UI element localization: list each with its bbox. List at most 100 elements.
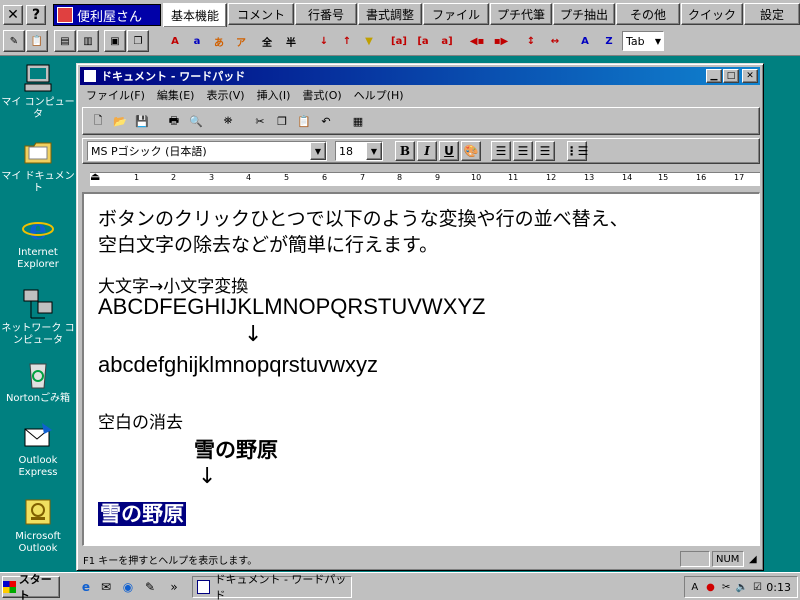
copy-menu-button[interactable]: ❐ bbox=[127, 30, 149, 52]
paste-button[interactable]: 📋 bbox=[293, 110, 315, 132]
italic-button[interactable]: I bbox=[417, 141, 437, 161]
katakana-icon: ア bbox=[236, 37, 246, 49]
edit-icon-button[interactable]: ✎ bbox=[3, 30, 25, 52]
quicklaunch-more-chevron[interactable]: » bbox=[166, 579, 182, 595]
color-button[interactable]: 🎨 bbox=[461, 141, 481, 161]
doc-intro-line-2: 空白文字の除去などが簡単に行えます。 bbox=[98, 234, 439, 256]
status-bar: F1 キーを押すとヘルプを表示します。 NUM ◢ bbox=[80, 550, 760, 568]
print-preview-button[interactable]: 🔍 bbox=[185, 110, 207, 132]
find-button[interactable]: ⛯ bbox=[217, 110, 239, 132]
doc-button[interactable]: ▤ bbox=[54, 30, 76, 52]
document-area[interactable]: ボタンのクリックひとつで以下のような変換や行の並べ替え、 空白文字の除去などが簡… bbox=[82, 192, 760, 546]
tool-icon[interactable]: ✂ bbox=[719, 580, 733, 594]
checklist-icon[interactable]: ☑ bbox=[751, 580, 765, 594]
help-button[interactable]: ? bbox=[26, 5, 46, 25]
desktop-icon-network[interactable]: ネットワーク コンピュータ bbox=[0, 288, 76, 347]
desktop-icon-outlook[interactable]: Microsoft Outlook bbox=[0, 496, 76, 555]
sort-desc-button[interactable]: ↑ bbox=[336, 30, 358, 52]
menu-file[interactable]: ファイル(F) bbox=[80, 87, 151, 103]
indent-marker-icon[interactable]: ⏏ bbox=[90, 170, 100, 183]
font-size-select[interactable]: 18 ▼ bbox=[335, 141, 383, 161]
tab-basic[interactable]: 基本機能 bbox=[163, 3, 227, 27]
vertical-arrows-button[interactable]: ↕ bbox=[520, 30, 542, 52]
move-right-button[interactable]: ▪▶ bbox=[490, 30, 512, 52]
tab-quick[interactable]: クイック bbox=[681, 3, 743, 25]
copy-button[interactable]: ❐ bbox=[271, 110, 293, 132]
align-right-button[interactable]: ☰ bbox=[535, 141, 555, 161]
clipboard-button[interactable]: 📋 bbox=[26, 30, 48, 52]
menu-insert[interactable]: 挿入(I) bbox=[251, 87, 297, 103]
minimize-button[interactable]: ▁ bbox=[706, 69, 722, 83]
cut-button[interactable]: ✂ bbox=[249, 110, 271, 132]
menu-help[interactable]: ヘルプ(H) bbox=[348, 87, 410, 103]
ruler-tick: 7 bbox=[360, 173, 366, 182]
tab-settings[interactable]: 設定 bbox=[744, 3, 800, 25]
speaker-icon[interactable]: 🔈 bbox=[735, 580, 749, 594]
doc2-button[interactable]: ▥ bbox=[77, 30, 99, 52]
to-fullwidth-button[interactable]: 全 bbox=[256, 30, 278, 52]
tab-format[interactable]: 書式調整 bbox=[358, 3, 422, 25]
menu-edit[interactable]: 編集(E) bbox=[151, 87, 201, 103]
record-icon[interactable]: ● bbox=[704, 580, 718, 594]
to-hiragana-button[interactable]: あ bbox=[208, 30, 230, 52]
underline-button[interactable]: U bbox=[439, 141, 459, 161]
close-button[interactable]: ✕ bbox=[3, 5, 23, 25]
sort-a-z-button[interactable]: A bbox=[574, 30, 596, 52]
tab-comment[interactable]: コメント bbox=[228, 3, 294, 25]
filter-button[interactable]: ▼ bbox=[358, 30, 380, 52]
open-button[interactable]: 📂 bbox=[109, 110, 131, 132]
selected-text[interactable]: 雪の野原 bbox=[98, 502, 186, 526]
to-katakana-button[interactable]: ア bbox=[230, 30, 252, 52]
maximize-button[interactable]: □ bbox=[723, 69, 739, 83]
menu-view[interactable]: 表示(V) bbox=[200, 87, 250, 103]
ime-indicator[interactable]: A bbox=[688, 580, 702, 594]
align-left-icon: ☰ bbox=[495, 144, 507, 158]
to-lower-button[interactable]: a bbox=[186, 30, 208, 52]
ruler-tick: 17 bbox=[734, 173, 745, 182]
insert-datetime-button[interactable]: ▦ bbox=[347, 110, 369, 132]
quicklaunch-channels-icon[interactable]: ◉ bbox=[120, 579, 136, 595]
resize-grip-icon[interactable]: ◢ bbox=[746, 551, 760, 567]
horizontal-arrows-button[interactable]: ↔ bbox=[544, 30, 566, 52]
quicklaunch-desktop-icon[interactable]: ✎ bbox=[142, 579, 158, 595]
tab-other[interactable]: その他 bbox=[616, 3, 680, 25]
indent-c-button[interactable]: a] bbox=[436, 30, 458, 52]
to-upper-button[interactable]: A bbox=[164, 30, 186, 52]
tab-line-number[interactable]: 行番号 bbox=[295, 3, 357, 25]
font-name-select[interactable]: MS Pゴシック (日本語) ▼ bbox=[87, 141, 327, 161]
indent-b-button[interactable]: [a bbox=[412, 30, 434, 52]
tab-file[interactable]: ファイル bbox=[423, 3, 489, 25]
desktop-icon-recycle-bin[interactable]: Nortonごみ箱 bbox=[0, 358, 76, 405]
align-left-button[interactable]: ☰ bbox=[491, 141, 511, 161]
sort-z-a-button[interactable]: Z bbox=[598, 30, 620, 52]
taskbar-item-wordpad[interactable]: ドキュメント - ワードパッド bbox=[192, 573, 352, 600]
tab-select[interactable]: Tab ▼ bbox=[622, 31, 664, 51]
close-window-button[interactable]: ✕ bbox=[742, 69, 758, 83]
desktop-icon-my-computer[interactable]: マイ コンピュータ bbox=[0, 62, 76, 121]
align-center-button[interactable]: ☰ bbox=[513, 141, 533, 161]
indent-a-button[interactable]: [a] bbox=[388, 30, 410, 52]
desktop-icon-outlook-express[interactable]: Outlook Express bbox=[0, 420, 76, 479]
print-button[interactable]: 🖶 bbox=[163, 110, 185, 132]
start-button[interactable]: スタート bbox=[2, 573, 60, 600]
clock[interactable]: 0:13 bbox=[766, 581, 797, 594]
ruler[interactable]: ⏏ 1 2 3 4 5 6 7 8 9 10 11 12 13 14 15 16… bbox=[82, 168, 760, 190]
menu-format[interactable]: 書式(O) bbox=[296, 87, 347, 103]
bold-button[interactable]: B bbox=[395, 141, 415, 161]
desktop-icon-internet-explorer[interactable]: e Internet Explorer bbox=[0, 212, 76, 271]
app-name-badge[interactable]: 便利屋さん bbox=[53, 4, 161, 26]
window-titlebar[interactable]: ドキュメント - ワードパッド ▁ □ ✕ bbox=[80, 67, 760, 85]
move-left-button[interactable]: ◀▪ bbox=[466, 30, 488, 52]
save-button[interactable]: 💾 bbox=[131, 110, 153, 132]
quicklaunch-outlook-icon[interactable]: ✉ bbox=[98, 579, 114, 595]
desktop-icon-my-documents[interactable]: マイ ドキュメント bbox=[0, 136, 76, 195]
new-button[interactable]: 🗋 bbox=[87, 110, 109, 132]
undo-button[interactable]: ↶ bbox=[315, 110, 337, 132]
tab-ghostwrite[interactable]: プチ代筆 bbox=[490, 3, 552, 25]
image-button[interactable]: ▣ bbox=[104, 30, 126, 52]
quicklaunch-ie-icon[interactable]: e bbox=[78, 579, 94, 595]
to-halfwidth-button[interactable]: 半 bbox=[280, 30, 302, 52]
tab-extract[interactable]: プチ抽出 bbox=[553, 3, 615, 25]
bullets-button[interactable]: ⋮☰ bbox=[566, 141, 588, 161]
sort-asc-button[interactable]: ↓ bbox=[313, 30, 335, 52]
